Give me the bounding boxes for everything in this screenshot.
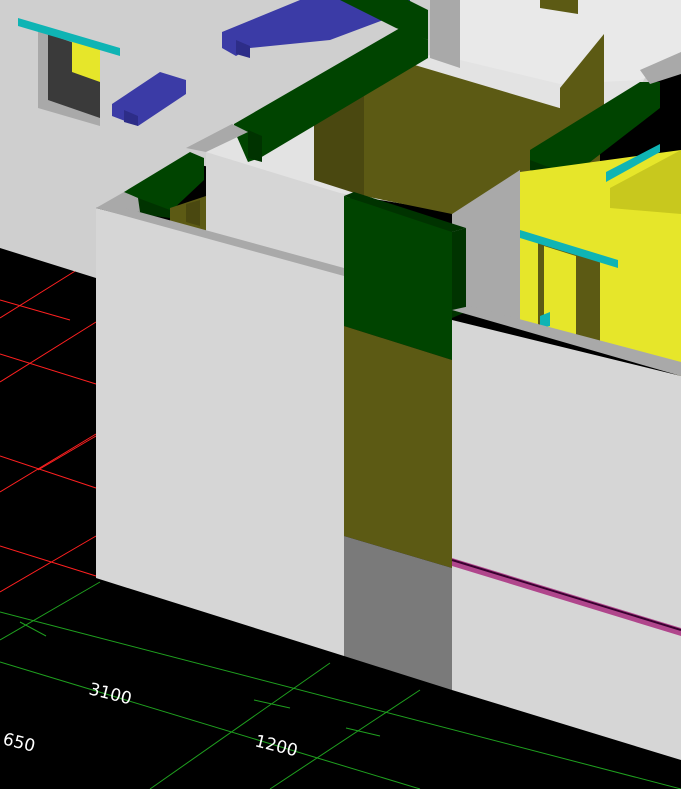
front-wall-left: [96, 208, 344, 656]
model-scene: 3100 1200 650: [0, 0, 681, 789]
front-wall-right: [452, 320, 681, 760]
column-beam-green-side: [452, 228, 466, 318]
column-olive-small-side: [186, 200, 200, 226]
cad-3d-viewport[interactable]: 3100 1200 650: [0, 0, 681, 789]
column-olive-lower: [344, 326, 452, 568]
wall-side: [430, 0, 460, 68]
